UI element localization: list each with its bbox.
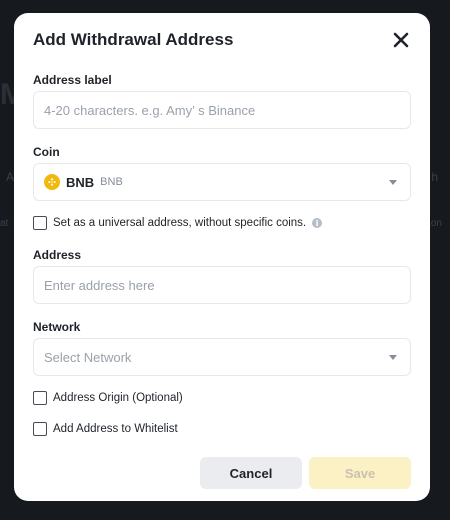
address-input[interactable] bbox=[34, 267, 410, 303]
background-page-fragment: h bbox=[431, 170, 438, 184]
network-select[interactable]: Select Network bbox=[33, 338, 411, 376]
whitelist-option: Add Address to Whitelist bbox=[33, 422, 178, 436]
whitelist-label: Add Address to Whitelist bbox=[53, 423, 178, 435]
address-label-field bbox=[33, 91, 411, 129]
address-origin-checkbox[interactable] bbox=[33, 391, 47, 405]
address-label-heading: Address label bbox=[33, 73, 112, 87]
coin-symbol: BNB bbox=[66, 174, 95, 190]
coin-select[interactable]: BNB BNB bbox=[33, 163, 411, 201]
cancel-button[interactable]: Cancel bbox=[200, 457, 302, 489]
background-page-fragment: on bbox=[430, 218, 442, 229]
save-button[interactable]: Save bbox=[309, 457, 411, 489]
whitelist-checkbox[interactable] bbox=[33, 422, 47, 436]
universal-address-checkbox[interactable] bbox=[33, 216, 47, 230]
add-withdrawal-address-dialog: Add Withdrawal Address Address label Coi… bbox=[14, 13, 430, 501]
bnb-coin-icon bbox=[44, 174, 60, 190]
network-heading: Network bbox=[33, 320, 81, 334]
address-field bbox=[33, 266, 411, 304]
address-heading: Address bbox=[33, 248, 82, 262]
dialog-title: Add Withdrawal Address bbox=[33, 30, 234, 49]
close-icon[interactable] bbox=[390, 29, 412, 51]
coin-name: BNB bbox=[100, 176, 123, 188]
address-label-input[interactable] bbox=[34, 92, 410, 128]
coin-heading: Coin bbox=[33, 145, 60, 159]
universal-address-option: Set as a universal address, without spec… bbox=[33, 216, 323, 230]
address-origin-option: Address Origin (Optional) bbox=[33, 391, 183, 405]
background-page-fragment: at bbox=[0, 218, 9, 229]
info-icon[interactable]: i bbox=[312, 218, 323, 228]
network-placeholder: Select Network bbox=[44, 349, 132, 365]
chevron-down-icon bbox=[389, 355, 397, 360]
universal-address-label: Set as a universal address, without spec… bbox=[53, 217, 307, 229]
chevron-down-icon bbox=[389, 180, 397, 185]
address-origin-label: Address Origin (Optional) bbox=[53, 392, 183, 404]
background-page-fragment: A bbox=[6, 170, 15, 184]
